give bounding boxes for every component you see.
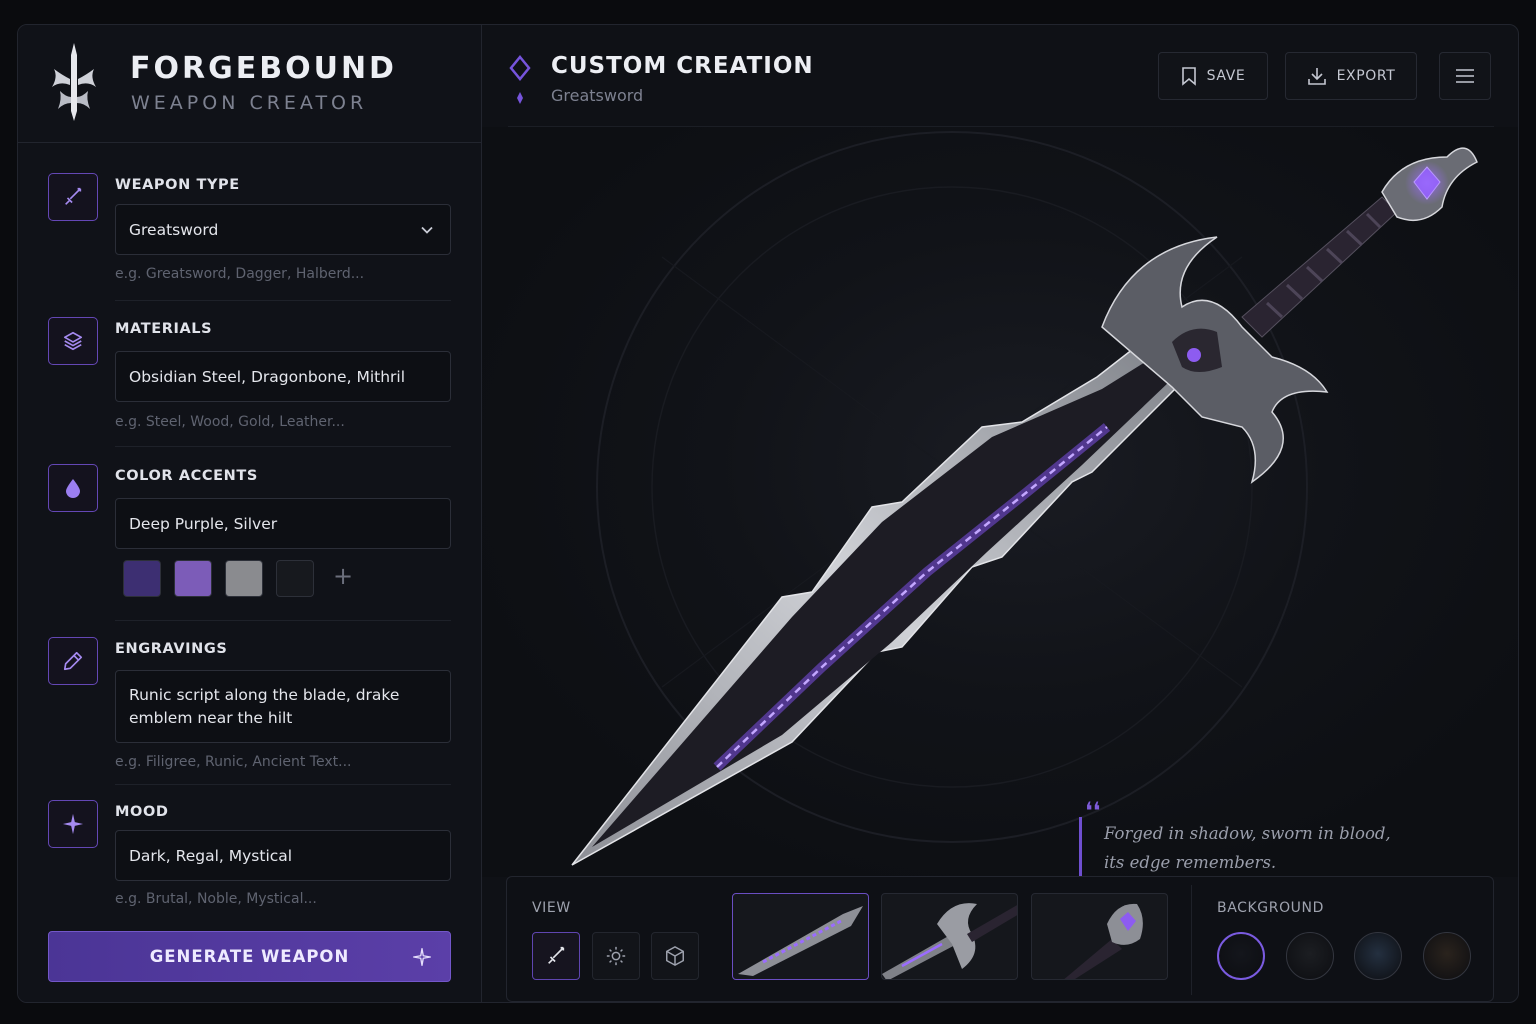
weapon-preview: ❛❛ Forged in shadow, sworn in blood, its… <box>482 127 1518 877</box>
divider <box>115 620 451 621</box>
materials-hint: e.g. Steel, Wood, Gold, Leather... <box>115 414 345 430</box>
quote-bar <box>1079 817 1082 877</box>
layers-icon <box>48 317 98 365</box>
app-window: FORGEBOUND WEAPON CREATOR WEAPON TYPE Gr… <box>17 24 1519 1003</box>
mood-label: MOOD <box>115 804 169 820</box>
divider <box>115 300 451 301</box>
pen-icon <box>48 637 98 685</box>
toolbar-divider <box>1191 885 1192 995</box>
weapon-type-section: WEAPON TYPE Greatsword e.g. Greatsword, … <box>48 173 452 293</box>
app-subtitle: WEAPON CREATOR <box>131 92 368 114</box>
swatch-black[interactable] <box>276 560 314 597</box>
view-3d-button[interactable] <box>651 932 699 980</box>
bookmark-icon <box>1181 67 1196 86</box>
thumbnail-blade[interactable] <box>732 893 869 980</box>
color-accents-label: COLOR ACCENTS <box>115 468 258 484</box>
engravings-label: ENGRAVINGS <box>115 641 228 657</box>
background-option-charcoal[interactable] <box>1286 932 1334 980</box>
generate-weapon-label: GENERATE WEAPON <box>149 947 350 966</box>
swatch-row: + <box>123 560 423 600</box>
app-title: FORGEBOUND <box>130 51 397 86</box>
download-icon <box>1307 68 1326 85</box>
divider <box>115 446 451 447</box>
engravings-textarea[interactable]: Runic script along the blade, drake embl… <box>115 670 451 743</box>
add-swatch-icon[interactable]: + <box>333 562 353 590</box>
view-lighting-button[interactable] <box>592 932 640 980</box>
menu-button[interactable] <box>1439 52 1491 100</box>
sparkle-icon <box>48 800 98 848</box>
sword-icon <box>48 173 98 221</box>
sidebar: FORGEBOUND WEAPON CREATOR WEAPON TYPE Gr… <box>18 25 482 1002</box>
background-option-amber[interactable] <box>1423 932 1471 980</box>
diamond-icon <box>509 55 531 81</box>
background-option-dark[interactable] <box>1217 932 1265 980</box>
materials-section: MATERIALS Obsidian Steel, Dragonbone, Mi… <box>48 317 452 437</box>
export-label: EXPORT <box>1336 68 1396 84</box>
chevron-down-icon <box>421 226 433 234</box>
generate-weapon-button[interactable]: GENERATE WEAPON <box>48 931 451 982</box>
cube-icon <box>666 946 684 966</box>
swatch-deep-purple[interactable] <box>123 560 161 597</box>
thumbnail-pommel[interactable] <box>1031 893 1168 980</box>
sparkle-icon <box>413 948 431 966</box>
view-toolbar: VIEW BACKGROUND <box>506 876 1494 1002</box>
page-title: CUSTOM CREATION <box>551 53 814 79</box>
materials-label: MATERIALS <box>115 321 213 337</box>
save-label: SAVE <box>1206 68 1246 84</box>
weapon-quote: Forged in shadow, sworn in blood, its ed… <box>1104 819 1404 877</box>
weapon-type-label: WEAPON TYPE <box>115 177 240 193</box>
thumbnail-crossguard[interactable] <box>881 893 1018 980</box>
materials-input[interactable]: Obsidian Steel, Dragonbone, Mithril <box>115 351 451 402</box>
mood-hint: e.g. Brutal, Noble, Mystical... <box>115 891 317 907</box>
hamburger-icon <box>1456 69 1474 83</box>
weapon-type-hint: e.g. Greatsword, Dagger, Halberd... <box>115 266 365 282</box>
divider <box>115 784 451 785</box>
save-button[interactable]: SAVE <box>1158 52 1268 100</box>
brand-header: FORGEBOUND WEAPON CREATOR <box>18 25 482 143</box>
engravings-section: ENGRAVINGS Runic script along the blade,… <box>48 637 452 787</box>
sword-logo-icon <box>52 43 96 121</box>
mood-input[interactable]: Dark, Regal, Mystical <box>115 830 451 881</box>
sword-icon <box>548 946 565 964</box>
sun-icon <box>606 946 626 966</box>
small-gem-icon <box>517 92 523 104</box>
color-accents-section: COLOR ACCENTS Deep Purple, Silver + <box>48 464 452 604</box>
engravings-hint: e.g. Filigree, Runic, Ancient Text... <box>115 754 352 770</box>
greatsword-illustration <box>571 131 1478 866</box>
view-label: VIEW <box>532 900 571 916</box>
background-option-blue[interactable] <box>1354 932 1402 980</box>
weapon-type-select[interactable]: Greatsword <box>115 204 451 255</box>
export-button[interactable]: EXPORT <box>1285 52 1417 100</box>
main-panel: CUSTOM CREATION Greatsword SAVE EXPORT ❛… <box>482 25 1518 1002</box>
background-label: BACKGROUND <box>1217 900 1324 916</box>
mood-section: MOOD Dark, Regal, Mystical e.g. Brutal, … <box>48 800 452 920</box>
color-accents-input[interactable]: Deep Purple, Silver <box>115 498 451 549</box>
swatch-light-purple[interactable] <box>174 560 212 597</box>
swatch-silver[interactable] <box>225 560 263 597</box>
page-subtitle: Greatsword <box>551 86 644 105</box>
view-weapon-button[interactable] <box>532 932 580 980</box>
quote-line-2: its edge remembers. <box>1104 853 1277 872</box>
quote-icon: ❛❛ <box>1085 797 1101 825</box>
quote-line-1: Forged in shadow, sworn in blood, <box>1104 824 1391 843</box>
weapon-type-value: Greatsword <box>129 220 219 239</box>
droplet-icon <box>48 464 98 512</box>
